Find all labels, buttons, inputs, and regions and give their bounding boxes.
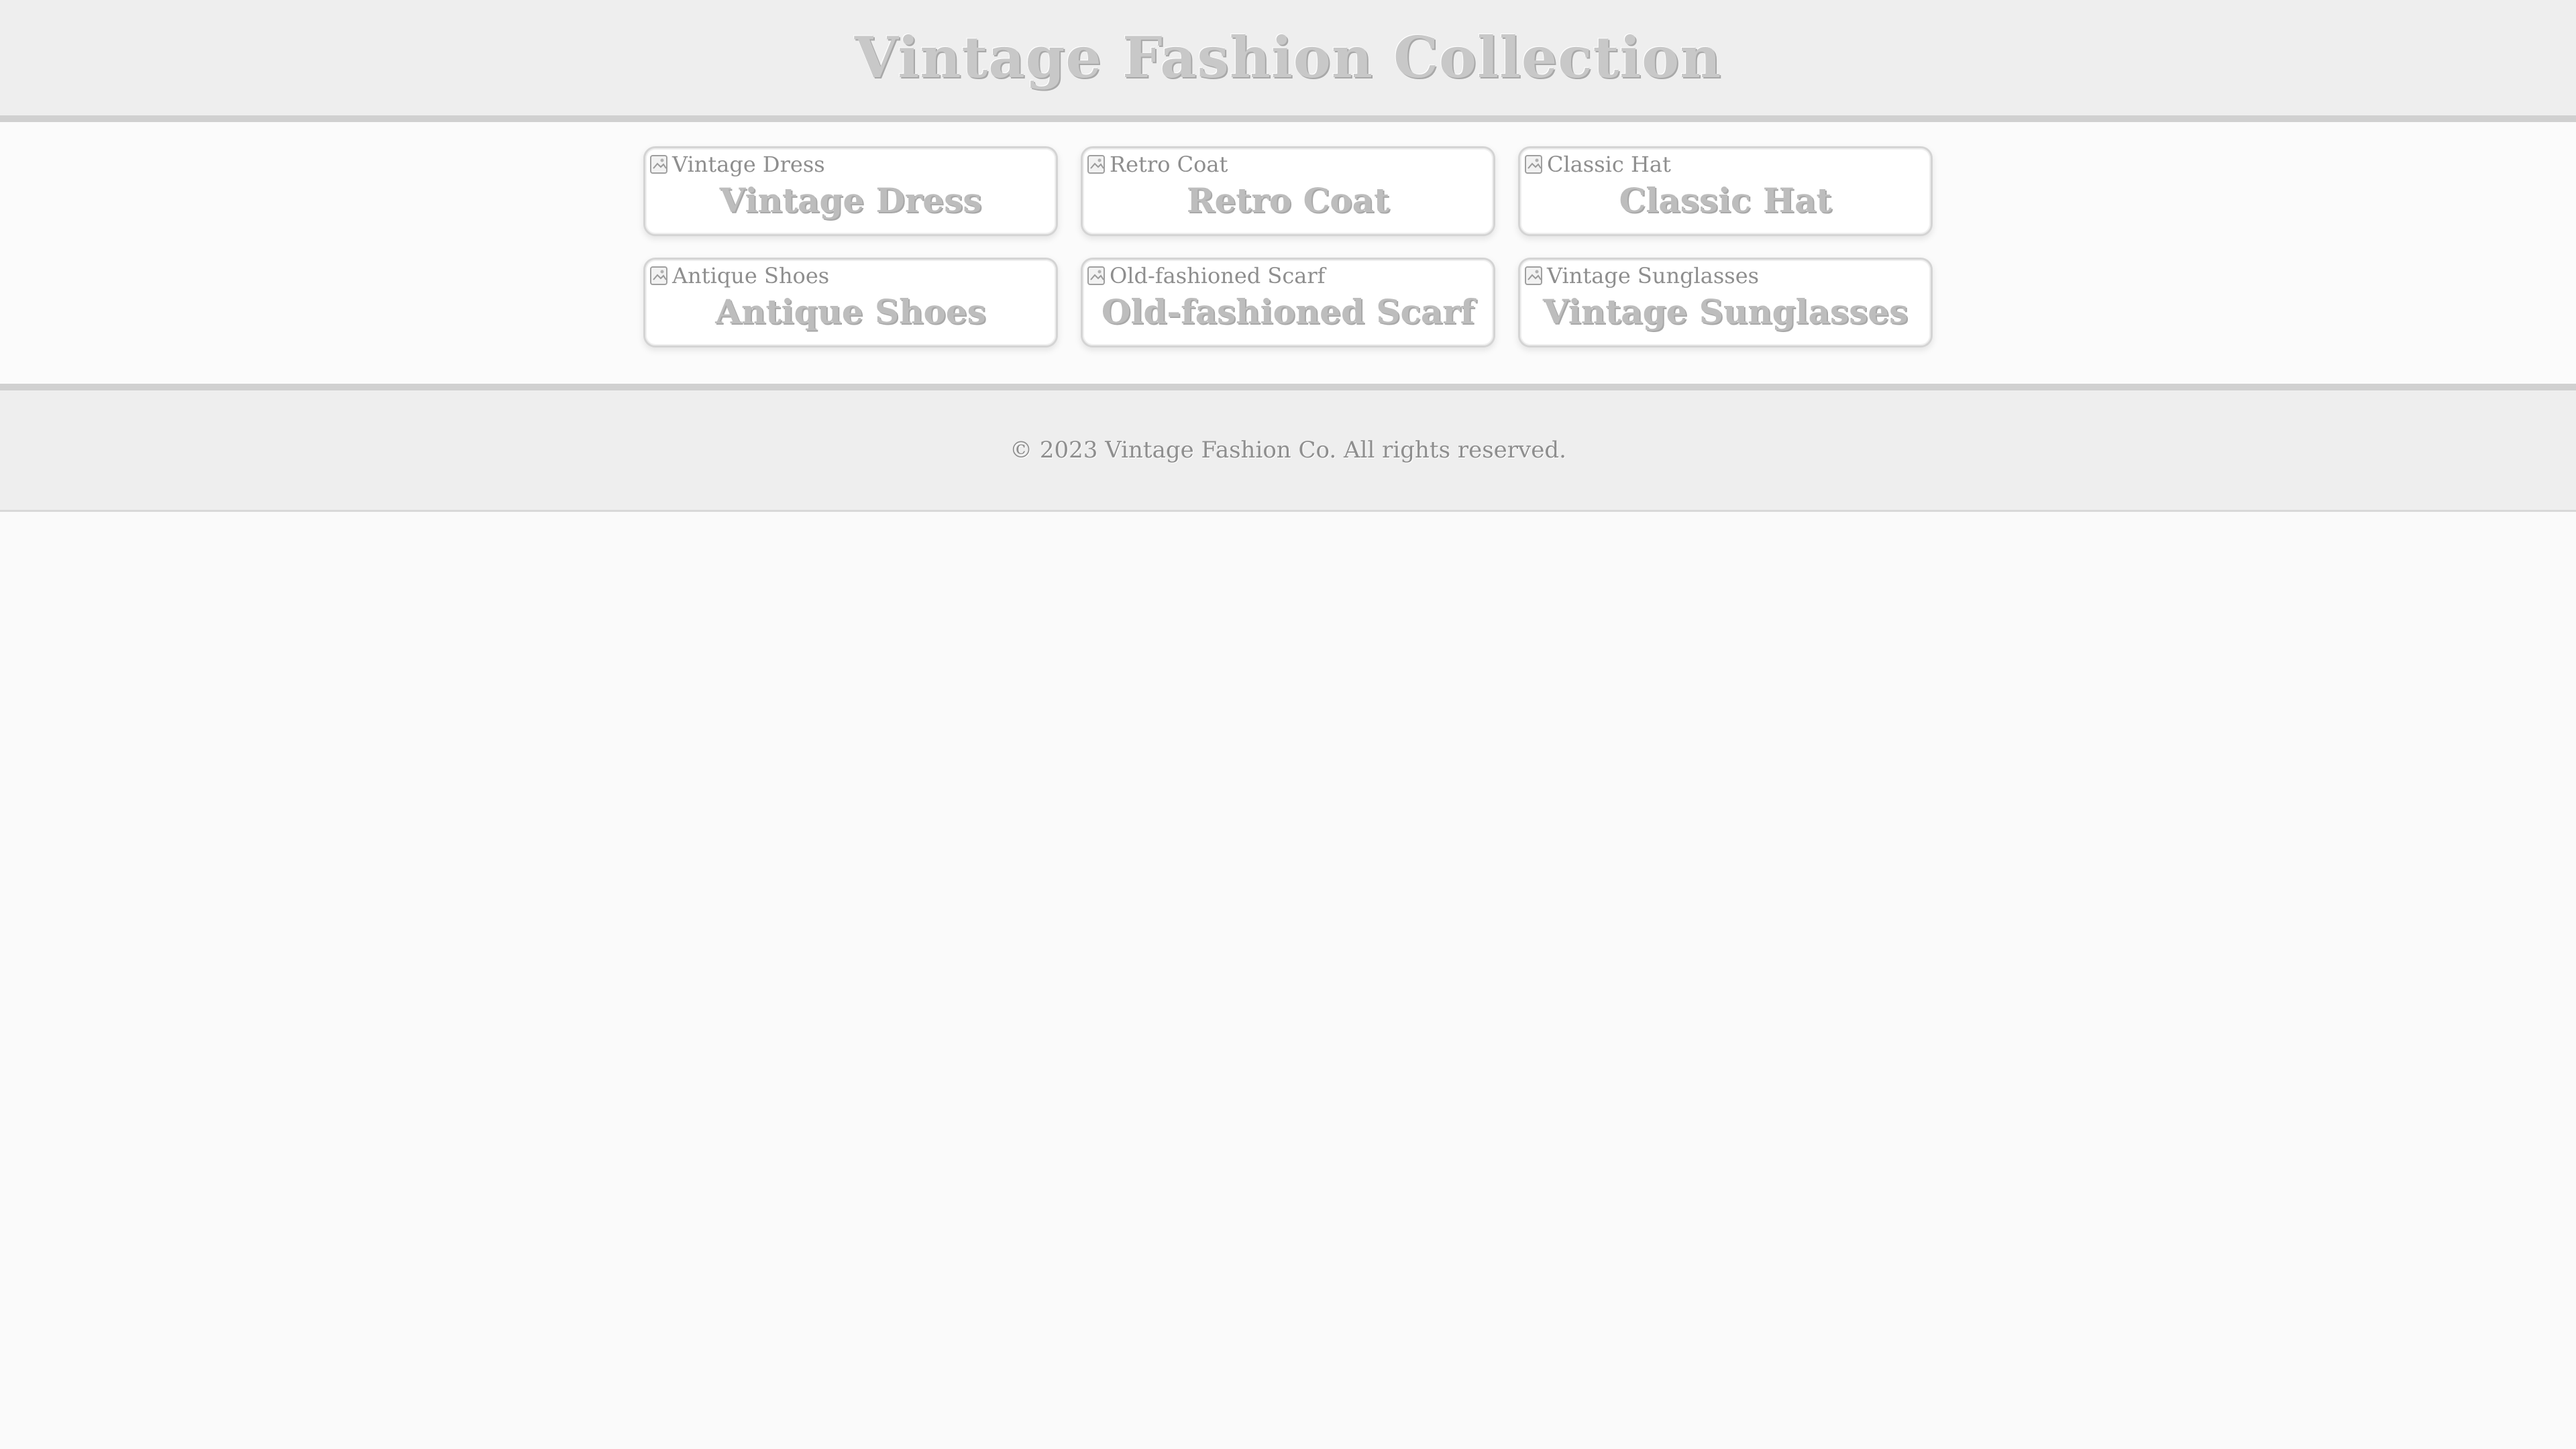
product-image[interactable]: Vintage Dress [645,148,1056,180]
product-card[interactable]: Retro Coat Retro Coat [1081,146,1495,236]
broken-image-icon [1525,155,1542,174]
product-name: Vintage Dress [719,180,982,220]
broken-image-icon [1525,266,1542,285]
broken-image-icon [1087,155,1105,174]
product-image-alt: Classic Hat [1547,152,1671,177]
site-footer: © 2023 Vintage Fashion Co. All rights re… [0,390,2576,512]
product-image[interactable]: Retro Coat [1083,148,1493,180]
copyright-text: © 2023 Vintage Fashion Co. All rights re… [1010,437,1566,464]
product-card[interactable]: Old-fashioned Scarf Old-fashioned Scarf [1081,258,1495,347]
site-header: Vintage Fashion Collection [0,0,2576,122]
product-name: Old-fashioned Scarf [1101,292,1475,331]
product-name: Vintage Sunglasses [1542,292,1909,331]
product-image[interactable]: Old-fashioned Scarf [1083,260,1493,292]
product-image[interactable]: Vintage Sunglasses [1520,260,1931,292]
page: Vintage Fashion Collection Vintage Dress… [0,0,2576,1449]
product-image-alt: Antique Shoes [672,263,830,288]
product-card[interactable]: Vintage Dress Vintage Dress [643,146,1058,236]
footer-divider [0,384,2576,390]
product-gallery: Vintage Dress Vintage Dress Retro Coat R… [0,122,2576,384]
product-image-alt: Old-fashioned Scarf [1110,263,1326,288]
product-card[interactable]: Classic Hat Classic Hat [1518,146,1933,236]
page-title: Vintage Fashion Collection [854,24,1722,91]
broken-image-icon [650,266,667,285]
product-name: Antique Shoes [715,292,986,331]
product-name: Classic Hat [1619,180,1832,220]
product-image-alt: Retro Coat [1110,152,1228,177]
broken-image-icon [1087,266,1105,285]
product-image-alt: Vintage Sunglasses [1547,263,1760,288]
product-image[interactable]: Classic Hat [1520,148,1931,180]
product-image[interactable]: Antique Shoes [645,260,1056,292]
product-grid: Vintage Dress Vintage Dress Retro Coat R… [643,146,1933,347]
product-card[interactable]: Antique Shoes Antique Shoes [643,258,1058,347]
product-image-alt: Vintage Dress [672,152,825,177]
broken-image-icon [650,155,667,174]
product-card[interactable]: Vintage Sunglasses Vintage Sunglasses [1518,258,1933,347]
product-name: Retro Coat [1186,180,1390,220]
